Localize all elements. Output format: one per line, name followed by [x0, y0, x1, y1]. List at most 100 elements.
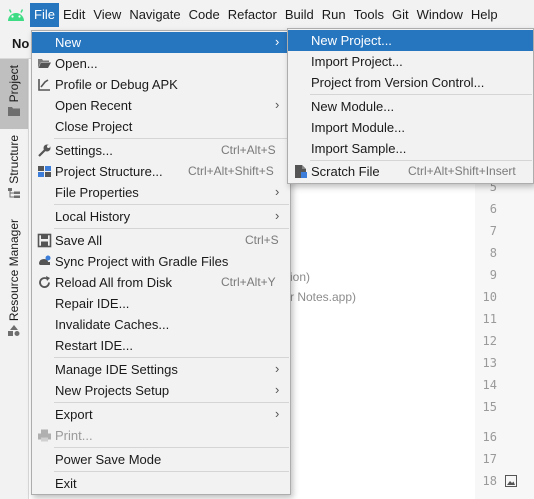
menu-tools[interactable]: Tools: [350, 3, 388, 27]
menu-separator: [54, 447, 289, 448]
structure-tab-label: Structure: [7, 135, 21, 184]
submenu-item-new-module[interactable]: New Module...: [288, 96, 533, 117]
submenu-item-import-sample[interactable]: Import Sample...: [288, 138, 533, 159]
menu-run[interactable]: Run: [318, 3, 350, 27]
menu-item-settings[interactable]: Settings... Ctrl+Alt+S: [32, 140, 290, 161]
submenu-arrow-icon: ›: [275, 406, 280, 421]
image-icon[interactable]: [505, 475, 517, 487]
submenu-item-project-from-vcs[interactable]: Project from Version Control...: [288, 72, 533, 93]
menu-item-label: Power Save Mode: [55, 452, 162, 467]
menu-item-label: New Projects Setup: [55, 383, 170, 398]
menu-item-label: Save All: [55, 233, 102, 248]
menu-item-project-structure[interactable]: Project Structure... Ctrl+Alt+Shift+S: [32, 161, 290, 182]
menu-item-label: Scratch File: [311, 164, 380, 179]
file-menu: New › Open... Profile or Debug APK Open …: [31, 30, 291, 495]
line-number: 18: [482, 474, 497, 488]
editor-text-fragment: r Notes.app): [290, 290, 357, 304]
menu-item-label: Reload All from Disk: [55, 275, 173, 290]
menu-file[interactable]: File: [30, 3, 59, 27]
menu-item-export[interactable]: Export ›: [32, 404, 290, 425]
project-tab-label: Project: [7, 65, 21, 103]
menu-item-new-projects-setup[interactable]: New Projects Setup ›: [32, 380, 290, 401]
structure-tool-tab[interactable]: Structure: [0, 135, 28, 203]
menu-navigate[interactable]: Navigate: [125, 3, 184, 27]
menu-item-label: Project from Version Control...: [311, 75, 485, 90]
submenu-item-import-module[interactable]: Import Module...: [288, 117, 533, 138]
gradle-sync-icon: [39, 255, 51, 265]
menu-item-label: Profile or Debug APK: [55, 77, 178, 92]
menu-separator: [54, 138, 289, 139]
menu-item-label: Repair IDE...: [55, 296, 130, 311]
menu-separator: [54, 228, 289, 229]
menu-item-open-recent[interactable]: Open Recent ›: [32, 95, 290, 116]
submenu-arrow-icon: ›: [275, 34, 280, 49]
line-number: 11: [482, 312, 497, 326]
menu-separator: [54, 204, 289, 205]
menu-item-repair-ide[interactable]: Repair IDE...: [32, 293, 290, 314]
project-tool-tab[interactable]: Project: [0, 59, 28, 129]
android-studio-logo-icon: [2, 0, 30, 30]
menu-item-manage-ide-settings[interactable]: Manage IDE Settings ›: [32, 359, 290, 380]
line-number: 7: [489, 224, 497, 238]
menu-item-label: Import Project...: [311, 54, 403, 69]
menu-separator: [310, 94, 532, 95]
profile-apk-icon: [38, 79, 50, 91]
menu-item-reload-from-disk[interactable]: Reload All from Disk Ctrl+Alt+Y: [32, 272, 290, 293]
menu-item-file-properties[interactable]: File Properties ›: [32, 182, 290, 203]
line-number: 8: [489, 246, 497, 260]
folder-icon: [8, 107, 20, 117]
line-number: 16: [482, 430, 497, 444]
menu-window[interactable]: Window: [413, 3, 467, 27]
wrench-icon: [38, 144, 51, 157]
menu-separator: [54, 402, 289, 403]
menu-item-shortcut: Ctrl+Alt+Y: [221, 275, 276, 289]
project-structure-icon: [38, 166, 51, 177]
menu-item-save-all[interactable]: Save All Ctrl+S: [32, 230, 290, 251]
submenu-arrow-icon: ›: [275, 208, 280, 223]
menu-item-label: Local History: [55, 209, 131, 224]
menu-item-close-project[interactable]: Close Project: [32, 116, 290, 137]
menu-item-new[interactable]: New ›: [32, 32, 290, 53]
line-number: 13: [482, 356, 497, 370]
menu-git[interactable]: Git: [388, 3, 413, 27]
structure-icon: [8, 187, 20, 198]
menu-item-label: Settings...: [55, 143, 113, 158]
menu-item-label: New: [55, 35, 82, 50]
project-name-label[interactable]: No: [12, 36, 29, 51]
menu-item-label: Sync Project with Gradle Files: [55, 254, 229, 269]
line-number: 17: [482, 452, 497, 466]
menu-edit[interactable]: Edit: [59, 3, 89, 27]
menu-item-label: Project Structure...: [55, 164, 163, 179]
menu-item-label: Manage IDE Settings: [55, 362, 178, 377]
menu-item-label: Open...: [55, 56, 98, 71]
submenu-arrow-icon: ›: [275, 361, 280, 376]
submenu-item-scratch-file[interactable]: Scratch File Ctrl+Alt+Shift+Insert: [288, 161, 533, 182]
line-number: 9: [489, 268, 497, 282]
menu-item-shortcut: Ctrl+Alt+Shift+S: [188, 164, 274, 178]
submenu-item-new-project[interactable]: New Project...: [288, 30, 533, 51]
menu-item-open[interactable]: Open...: [32, 53, 290, 74]
resource-manager-tool-tab[interactable]: Resource Manager: [0, 219, 28, 339]
menu-code[interactable]: Code: [185, 3, 224, 27]
menu-item-power-save-mode[interactable]: Power Save Mode: [32, 449, 290, 470]
menu-build[interactable]: Build: [281, 3, 318, 27]
menu-item-local-history[interactable]: Local History ›: [32, 206, 290, 227]
menu-view[interactable]: View: [89, 3, 125, 27]
submenu-item-import-project[interactable]: Import Project...: [288, 51, 533, 72]
menu-help[interactable]: Help: [467, 3, 502, 27]
menu-item-profile-debug-apk[interactable]: Profile or Debug APK: [32, 74, 290, 95]
menu-item-restart-ide[interactable]: Restart IDE...: [32, 335, 290, 356]
scratch-file-icon: [295, 165, 307, 178]
menu-item-label: Exit: [55, 476, 77, 491]
submenu-arrow-icon: ›: [275, 97, 280, 112]
menu-refactor[interactable]: Refactor: [224, 3, 281, 27]
submenu-arrow-icon: ›: [275, 184, 280, 199]
menu-item-label: Import Sample...: [311, 141, 407, 156]
menu-item-sync-gradle[interactable]: Sync Project with Gradle Files: [32, 251, 290, 272]
editor-text-fragment: ion): [290, 270, 311, 284]
menu-item-invalidate-caches[interactable]: Invalidate Caches...: [32, 314, 290, 335]
menu-separator: [54, 357, 289, 358]
line-number: 12: [482, 334, 497, 348]
menu-item-label: Import Module...: [311, 120, 405, 135]
menu-item-exit[interactable]: Exit: [32, 473, 290, 494]
